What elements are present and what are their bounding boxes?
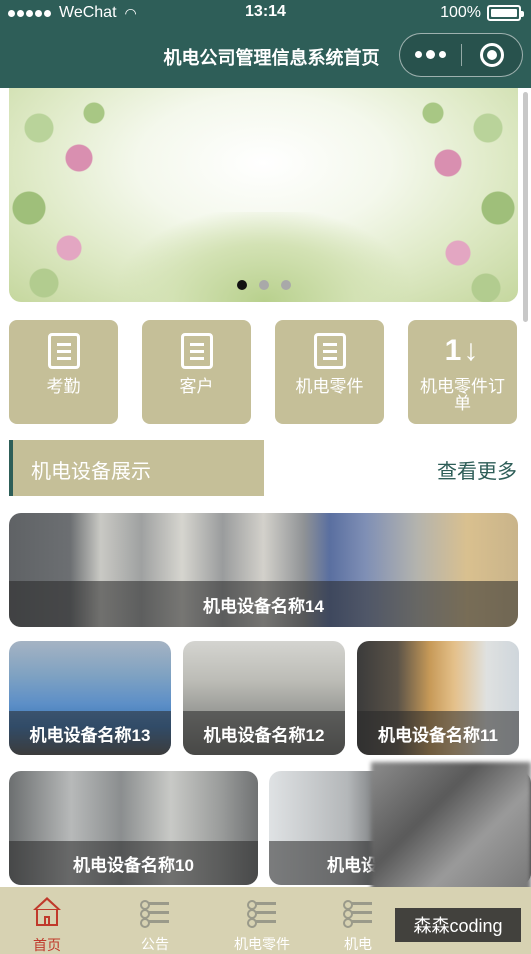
sort-arrows-icon: 1↓ xyxy=(444,334,481,367)
document-icon xyxy=(45,332,83,370)
battery-group: 100% xyxy=(440,4,524,22)
banner-flowers-right xyxy=(408,88,518,302)
tab-parts[interactable]: 机电零件 xyxy=(222,887,302,954)
device-name: 机电设备名称10 xyxy=(9,841,258,885)
tab-equipment[interactable]: 机电 xyxy=(330,887,386,954)
device-name: 机电设备名称11 xyxy=(357,711,519,755)
scrollbar[interactable] xyxy=(523,92,528,322)
close-miniprogram-icon[interactable] xyxy=(462,43,523,67)
menu-item-parts-orders[interactable]: 1↓ 机电零件订单 xyxy=(408,320,517,424)
view-more-link[interactable]: 查看更多 xyxy=(437,455,517,484)
more-options-icon[interactable] xyxy=(400,50,461,59)
tab-home[interactable]: 首页 xyxy=(14,887,80,954)
carousel-dot[interactable] xyxy=(236,280,247,290)
device-card[interactable]: 机电设备名称12 xyxy=(183,641,345,755)
battery-percent: 100% xyxy=(440,4,481,21)
list-icon xyxy=(245,897,279,928)
menu-item-label: 机电零件订单 xyxy=(420,377,505,413)
menu-item-label: 机电零件 xyxy=(295,377,364,396)
banner-carousel[interactable] xyxy=(9,88,518,302)
section-title: 机电设备展示 xyxy=(31,461,151,483)
list-icon xyxy=(138,897,172,928)
device-name: 机电设备名称12 xyxy=(183,711,345,755)
watermark: 森森coding xyxy=(395,908,521,942)
device-card[interactable]: 机电设备名称11 xyxy=(357,641,519,755)
battery-icon xyxy=(487,5,524,21)
menu-item-attendance[interactable]: 考勤 xyxy=(9,320,118,424)
menu-item-parts[interactable]: 机电零件 xyxy=(275,320,384,424)
banner-flowers-left xyxy=(9,88,119,302)
tab-label: 公告 xyxy=(141,936,169,952)
section-header: 机电设备展示 xyxy=(9,440,264,496)
device-card[interactable]: 机电设备名称13 xyxy=(9,641,171,755)
carousel-indicator xyxy=(9,280,518,290)
tab-label: 机电零件 xyxy=(234,936,290,952)
device-card[interactable]: 机电设备名称14 xyxy=(9,513,518,627)
carousel-dot[interactable] xyxy=(280,280,291,290)
tab-label: 机电 xyxy=(344,936,372,952)
document-icon xyxy=(178,332,216,370)
home-icon xyxy=(30,897,64,927)
tab-announcements[interactable]: 公告 xyxy=(122,887,188,954)
document-icon xyxy=(311,332,349,370)
status-bar: WeChat ◠ 13:14 100% xyxy=(0,0,531,26)
device-card[interactable]: 机电设备名称10 xyxy=(9,771,258,885)
quick-menu: 考勤 客户 机电零件 1↓ 机电零件订单 xyxy=(0,320,531,424)
carousel-dot[interactable] xyxy=(258,280,269,290)
device-name: 机电设备名称13 xyxy=(9,711,171,755)
tab-label: 首页 xyxy=(33,937,61,953)
menu-item-label: 客户 xyxy=(179,377,214,396)
device-name: 机电设备名称14 xyxy=(9,581,518,627)
menu-item-label: 考勤 xyxy=(46,377,81,396)
menu-item-customer[interactable]: 客户 xyxy=(142,320,251,424)
miniprogram-capsule xyxy=(399,33,523,77)
list-icon xyxy=(341,897,375,928)
top-bar: WeChat ◠ 13:14 100% 机电公司管理信息系统首页 xyxy=(0,0,531,88)
